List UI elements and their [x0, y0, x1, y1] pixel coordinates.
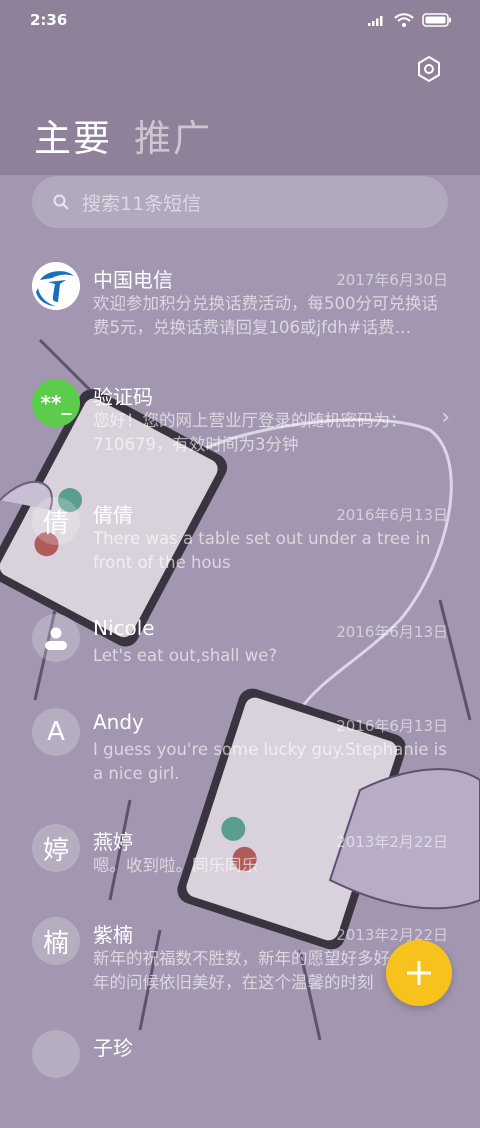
status-icons [368, 13, 452, 27]
message-date: 2016年6月13日 [336, 623, 448, 641]
search-placeholder: 搜索11条短信 [82, 192, 202, 215]
conversation-row[interactable]: 倩 倩倩 2016年6月13日 There was a table set ou… [0, 485, 480, 595]
conversation-row[interactable]: **_ 验证码 › 您好！您的网上营业厅登录的随机密码为：710679，有效时间… [0, 367, 480, 477]
settings-button[interactable] [414, 54, 444, 84]
conversation-row[interactable]: 中国电信 2017年6月30日 欢迎参加积分兑换话费活动，每500分可兑换话费5… [0, 250, 480, 360]
avatar: A [32, 708, 80, 756]
message-preview: 欢迎参加积分兑换话费活动，每500分可兑换话费5元，兑换话费请回复106或jfd… [93, 294, 438, 337]
message-preview: Let's eat out,shall we? [93, 646, 278, 665]
status-bar: 2:36 [0, 0, 480, 40]
plus-icon [407, 961, 431, 985]
message-preview: I guess you're some lucky guy.Stephanie … [93, 740, 447, 783]
status-time: 2:36 [30, 11, 68, 29]
tab-primary[interactable]: 主要 [34, 108, 112, 162]
message-date: 2016年6月13日 [336, 506, 448, 524]
search-icon [53, 194, 69, 210]
conversation-row[interactable]: A Andy 2016年6月13日 I guess you're some lu… [0, 696, 480, 806]
conversation-row[interactable]: 子珍 [0, 1018, 480, 1128]
china-telecom-logo-icon [32, 262, 80, 310]
message-date: 2016年6月13日 [336, 717, 448, 735]
gear-icon [418, 55, 440, 83]
message-preview: There was a table set out under a tree i… [93, 529, 431, 572]
contact-name: Nicole [93, 616, 155, 640]
contact-name: 验证码 [93, 385, 153, 409]
message-preview: 嗯。收到啦。同乐同乐 [93, 856, 258, 875]
avatar: 婷 [32, 824, 80, 872]
message-preview: 您好！您的网上营业厅登录的随机密码为：710679，有效时间为3分钟 [93, 411, 407, 454]
battery-icon [422, 13, 451, 27]
contact-name: 燕婷 [93, 830, 133, 854]
search-input[interactable]: 搜索11条短信 [32, 176, 448, 228]
contact-name: 子珍 [93, 1036, 133, 1060]
avatar: 倩 [32, 497, 80, 545]
avatar: **_ [32, 379, 80, 427]
new-message-button[interactable] [386, 940, 452, 1006]
message-date: 2013年2月22日 [336, 833, 448, 851]
avatar: 楠 [32, 917, 80, 965]
signal-icon [368, 16, 383, 26]
contact-name: 紫楠 [93, 923, 133, 947]
wifi-icon [394, 13, 414, 27]
contact-name: 中国电信 [93, 268, 173, 292]
tab-promotions[interactable]: 推广 [134, 108, 212, 162]
avatar [32, 1030, 80, 1078]
avatar [32, 614, 80, 662]
person-icon [45, 627, 67, 650]
tab-bar: 主要 推广 [34, 108, 212, 162]
avatar [32, 262, 80, 310]
message-date: 2017年6月30日 [336, 271, 448, 289]
contact-name: 倩倩 [93, 503, 133, 527]
contact-name: Andy [93, 710, 144, 734]
